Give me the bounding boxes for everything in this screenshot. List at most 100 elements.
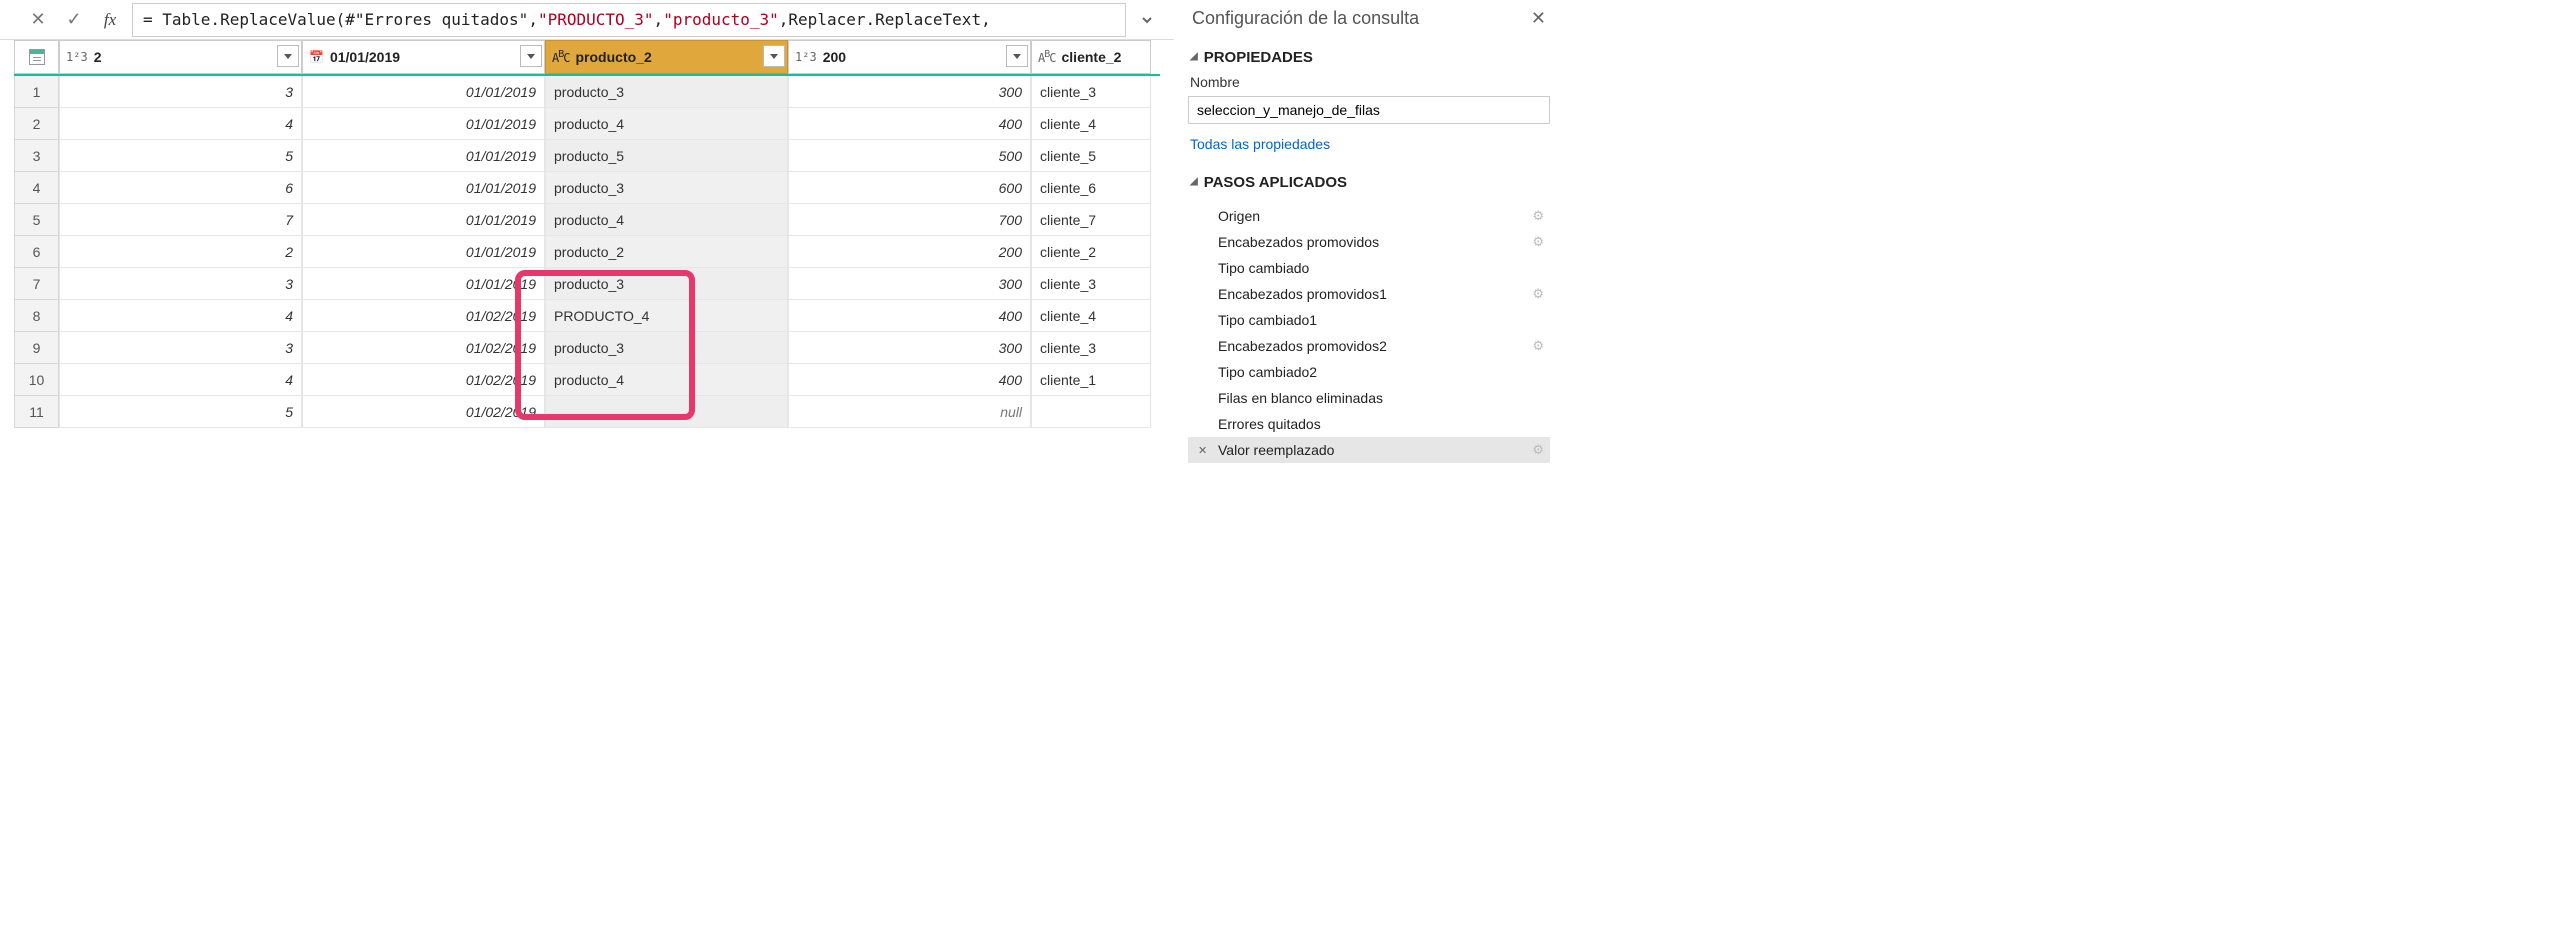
cell-col4[interactable]: 400 [788, 300, 1031, 332]
row-number[interactable]: 6 [14, 236, 59, 268]
applied-step[interactable]: Encabezados promovidos1⚙ [1188, 281, 1550, 307]
cell-col4[interactable]: 300 [788, 268, 1031, 300]
filter-button[interactable] [520, 45, 542, 67]
table-row[interactable]: 4601/01/2019producto_3600cliente_6 [14, 172, 1160, 204]
cell-col5[interactable]: cliente_6 [1031, 172, 1151, 204]
cell-col4[interactable]: null [788, 396, 1031, 428]
cell-col2[interactable]: 01/02/2019 [302, 364, 545, 396]
table-row[interactable]: 3501/01/2019producto_5500cliente_5 [14, 140, 1160, 172]
cell-col4[interactable]: 300 [788, 76, 1031, 108]
row-number[interactable]: 1 [14, 76, 59, 108]
cell-col1[interactable]: 4 [59, 108, 302, 140]
cell-col1[interactable]: 4 [59, 300, 302, 332]
cell-col3[interactable] [545, 396, 788, 428]
cell-col5[interactable]: cliente_3 [1031, 76, 1151, 108]
row-number[interactable]: 3 [14, 140, 59, 172]
gear-icon[interactable]: ⚙ [1532, 286, 1544, 302]
cell-col3[interactable]: producto_3 [545, 332, 788, 364]
cell-col3[interactable]: producto_4 [545, 108, 788, 140]
row-number[interactable]: 8 [14, 300, 59, 332]
table-row[interactable]: 8401/02/2019PRODUCTO_4400cliente_4 [14, 300, 1160, 332]
cell-col2[interactable]: 01/02/2019 [302, 396, 545, 428]
row-number[interactable]: 9 [14, 332, 59, 364]
cell-col4[interactable]: 600 [788, 172, 1031, 204]
cell-col1[interactable]: 6 [59, 172, 302, 204]
filter-button[interactable] [277, 45, 299, 67]
cell-col5[interactable]: cliente_3 [1031, 268, 1151, 300]
cell-col5[interactable]: cliente_2 [1031, 236, 1151, 268]
cell-col2[interactable]: 01/01/2019 [302, 76, 545, 108]
cell-col5[interactable]: cliente_4 [1031, 108, 1151, 140]
applied-step[interactable]: Tipo cambiado [1188, 255, 1550, 281]
cell-col4[interactable]: 200 [788, 236, 1031, 268]
cell-col4[interactable]: 700 [788, 204, 1031, 236]
cell-col5[interactable]: cliente_4 [1031, 300, 1151, 332]
cell-col2[interactable]: 01/01/2019 [302, 108, 545, 140]
gear-icon[interactable]: ⚙ [1532, 234, 1544, 250]
cell-col1[interactable]: 3 [59, 268, 302, 300]
applied-step[interactable]: Filas en blanco eliminadas [1188, 385, 1550, 411]
cell-col4[interactable]: 300 [788, 332, 1031, 364]
filter-button[interactable] [763, 45, 785, 67]
cell-col5[interactable]: cliente_3 [1031, 332, 1151, 364]
cell-col5[interactable]: cliente_7 [1031, 204, 1151, 236]
cell-col2[interactable]: 01/01/2019 [302, 236, 545, 268]
cell-col5[interactable]: cliente_5 [1031, 140, 1151, 172]
cell-col3[interactable]: producto_3 [545, 76, 788, 108]
query-name-input[interactable] [1188, 96, 1550, 124]
cell-col1[interactable]: 7 [59, 204, 302, 236]
applied-step[interactable]: Valor reemplazado⚙ [1188, 437, 1550, 463]
col-header-200[interactable]: 1²3 200 [788, 40, 1031, 74]
cell-col4[interactable]: 400 [788, 364, 1031, 396]
cell-col3[interactable]: producto_2 [545, 236, 788, 268]
formula-input[interactable]: = Table.ReplaceValue(#"Errores quitados"… [132, 3, 1126, 37]
table-row[interactable]: 10401/02/2019producto_4400cliente_1 [14, 364, 1160, 396]
applied-step[interactable]: Encabezados promovidos2⚙ [1188, 333, 1550, 359]
fx-icon[interactable]: fx [96, 6, 124, 34]
table-row[interactable]: 9301/02/2019producto_3300cliente_3 [14, 332, 1160, 364]
col-header-2[interactable]: 1²3 2 [59, 40, 302, 74]
gear-icon[interactable]: ⚙ [1532, 338, 1544, 354]
cell-col5[interactable]: cliente_1 [1031, 364, 1151, 396]
cell-col2[interactable]: 01/01/2019 [302, 140, 545, 172]
table-row[interactable]: 6201/01/2019producto_2200cliente_2 [14, 236, 1160, 268]
row-number[interactable]: 7 [14, 268, 59, 300]
table-row[interactable]: 1301/01/2019producto_3300cliente_3 [14, 76, 1160, 108]
row-number[interactable]: 2 [14, 108, 59, 140]
cell-col2[interactable]: 01/01/2019 [302, 172, 545, 204]
table-corner[interactable] [14, 40, 59, 74]
cell-col2[interactable]: 01/02/2019 [302, 300, 545, 332]
col-header-producto[interactable]: ABC producto_2 [545, 40, 788, 74]
cell-col3[interactable]: producto_3 [545, 268, 788, 300]
formula-expand-button[interactable] [1134, 3, 1160, 37]
cell-col2[interactable]: 01/01/2019 [302, 204, 545, 236]
cell-col4[interactable]: 400 [788, 108, 1031, 140]
cell-col1[interactable]: 3 [59, 332, 302, 364]
row-number[interactable]: 4 [14, 172, 59, 204]
close-icon[interactable]: ✕ [1531, 8, 1546, 29]
filter-button[interactable] [1006, 45, 1028, 67]
cell-col1[interactable]: 5 [59, 396, 302, 428]
cell-col3[interactable]: producto_4 [545, 204, 788, 236]
gear-icon[interactable]: ⚙ [1532, 208, 1544, 224]
cell-col3[interactable]: producto_5 [545, 140, 788, 172]
cell-col4[interactable]: 500 [788, 140, 1031, 172]
properties-section-head[interactable]: PROPIEDADES [1188, 43, 1550, 72]
row-number[interactable]: 10 [14, 364, 59, 396]
col-header-cliente[interactable]: ABC cliente_2 [1031, 40, 1151, 74]
table-row[interactable]: 7301/01/2019producto_3300cliente_3 [14, 268, 1160, 300]
cell-col2[interactable]: 01/02/2019 [302, 332, 545, 364]
cell-col3[interactable]: producto_4 [545, 364, 788, 396]
all-properties-link[interactable]: Todas las propiedades [1188, 134, 1550, 168]
cancel-formula-button[interactable]: ✕ [24, 6, 52, 34]
cell-col1[interactable]: 5 [59, 140, 302, 172]
col-header-date[interactable]: 📅 01/01/2019 [302, 40, 545, 74]
gear-icon[interactable]: ⚙ [1532, 442, 1544, 458]
table-row[interactable]: 11501/02/2019 null [14, 396, 1160, 428]
cell-col1[interactable]: 4 [59, 364, 302, 396]
cell-col5[interactable] [1031, 396, 1151, 428]
accept-formula-button[interactable]: ✓ [60, 6, 88, 34]
applied-step[interactable]: Tipo cambiado2 [1188, 359, 1550, 385]
applied-step[interactable]: Encabezados promovidos⚙ [1188, 229, 1550, 255]
row-number[interactable]: 11 [14, 396, 59, 428]
